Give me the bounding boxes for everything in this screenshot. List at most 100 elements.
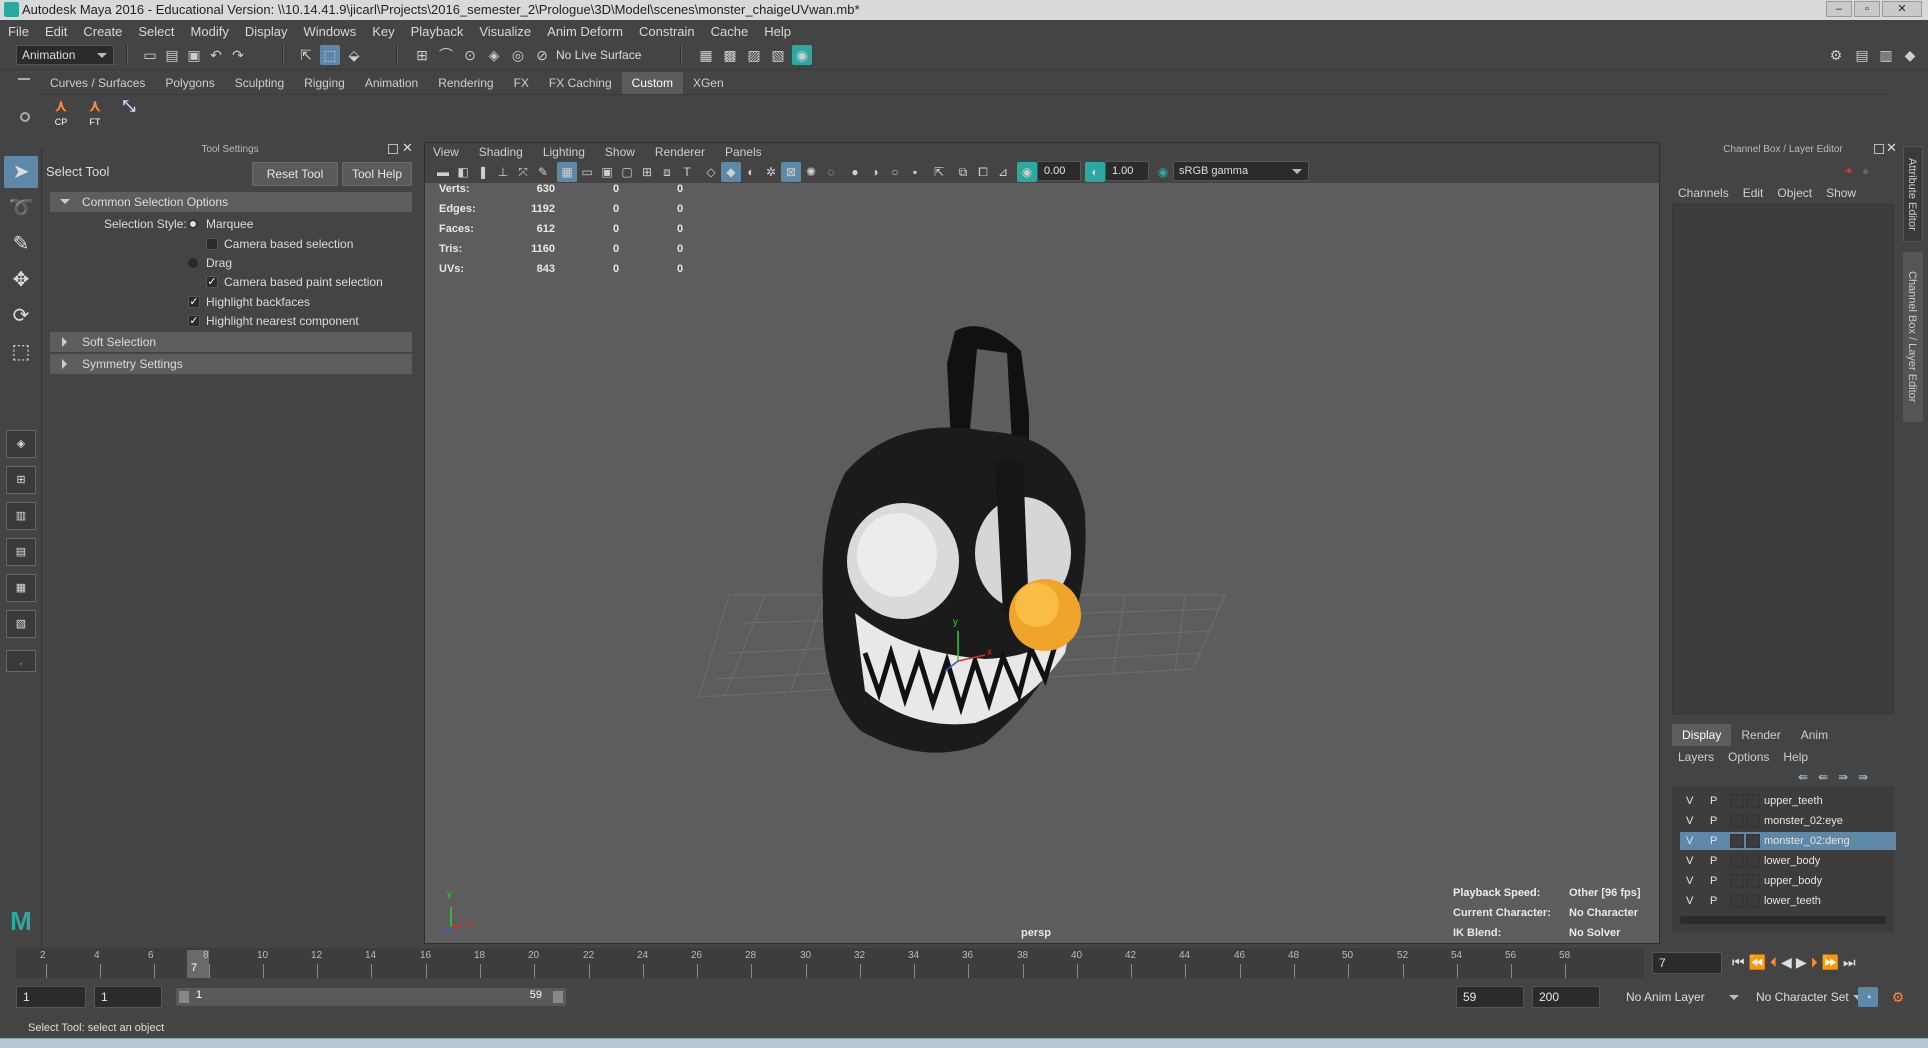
select-object-icon[interactable]: ⬚ (320, 45, 340, 65)
soft-selection-header[interactable]: Soft Selection (50, 332, 412, 352)
step-forward-key-icon[interactable]: ⏵ (1811, 954, 1818, 971)
menu-create[interactable]: Create (83, 24, 122, 39)
3d-scene[interactable]: y x y x Verts: 630 0 0 Edges: 1192 0 0 F… (425, 183, 1659, 943)
layer-display-type[interactable] (1730, 874, 1744, 888)
layer-display-type[interactable] (1730, 794, 1744, 808)
xray-joints-icon[interactable]: ⧉ (953, 162, 973, 182)
snap-grid-icon[interactable]: ⊞ (412, 45, 432, 65)
play-forward-icon[interactable]: ▶ (1796, 954, 1807, 971)
menu-anim-deform[interactable]: Anim Deform (547, 24, 623, 39)
layer-playback-toggle[interactable]: P (1710, 812, 1717, 830)
select-tool-icon[interactable]: ➤ (4, 156, 38, 188)
attribute-editor-tab[interactable]: Attribute Editor (1903, 146, 1923, 242)
menu-windows[interactable]: Windows (303, 24, 356, 39)
shelf-button-pick[interactable]: ⤡ (114, 97, 144, 131)
float-panel-icon[interactable] (1874, 144, 1884, 154)
menuset-dropdown[interactable]: Animation (16, 45, 114, 65)
film-gate-icon[interactable]: ▭ (577, 162, 597, 182)
layer-playback-toggle[interactable]: P (1710, 852, 1717, 870)
shelf-tab-polygons[interactable]: Polygons (155, 72, 224, 94)
highlight-backfaces-checkbox[interactable]: ✓ (188, 296, 200, 308)
snap-surface-icon[interactable]: ◎ (508, 45, 528, 65)
screen-space-ao-icon[interactable]: ◌ (821, 162, 841, 182)
persp-graph-layout-icon[interactable]: ▤ (6, 538, 36, 566)
shelf-tab-curves[interactable]: Curves / Surfaces (40, 72, 155, 94)
shelf-menu-icon[interactable] (18, 78, 30, 80)
move-tool-icon[interactable]: ✥ (4, 264, 38, 296)
layer-row[interactable]: V P upper_body (1680, 872, 1896, 890)
layer-action-icons[interactable]: ⇚⇚⇛⇛ (1798, 770, 1878, 784)
layer-menu-options[interactable]: Options (1728, 746, 1769, 768)
depth-of-field-icon[interactable]: ○ (885, 162, 905, 182)
channel-box-tab[interactable]: Channel Box / Layer Editor (1903, 252, 1923, 422)
layer-display-type[interactable] (1730, 854, 1744, 868)
single-perspective-layout-icon[interactable]: ◈ (6, 430, 36, 458)
view-transform-dropdown[interactable]: sRGB gamma (1173, 161, 1309, 181)
lock-icon[interactable]: ● (1862, 164, 1869, 178)
two-pane-layout-icon[interactable]: ▥ (6, 502, 36, 530)
layer-tab-display[interactable]: Display (1672, 724, 1732, 746)
layer-row[interactable]: V P upper_teeth (1680, 792, 1896, 810)
backface-culling-icon[interactable]: ⊿ (993, 162, 1013, 182)
cb-menu-channels[interactable]: Channels (1678, 182, 1729, 204)
layer-color-swatch[interactable] (1746, 814, 1760, 828)
symmetry-settings-header[interactable]: Symmetry Settings (50, 354, 412, 374)
snap-point-icon[interactable]: ⊙ (460, 45, 480, 65)
two-d-pan-icon[interactable]: ⤧ (513, 162, 533, 182)
menu-key[interactable]: Key (372, 24, 394, 39)
close-button[interactable]: ✕ (1882, 1, 1922, 17)
undo-icon[interactable]: ↶ (206, 45, 226, 65)
xray-active-icon[interactable]: ⧠ (973, 162, 993, 182)
hypershade-icon[interactable]: ◉ (792, 45, 812, 65)
layer-row[interactable]: V P monster_02:eye (1680, 812, 1896, 830)
go-to-start-icon[interactable]: ⏮ (1732, 954, 1745, 971)
xray-icon[interactable]: ⇱ (929, 162, 949, 182)
step-forward-icon[interactable]: ⏩ (1822, 954, 1839, 971)
save-scene-icon[interactable]: ▣ (184, 45, 204, 65)
layer-row-selected[interactable]: V P monster_02:deng (1680, 832, 1896, 850)
play-backward-icon[interactable]: ◀ (1781, 954, 1792, 971)
menu-select[interactable]: Select (138, 24, 174, 39)
character-set-dropdown[interactable]: No Character Set (1750, 987, 1870, 1007)
four-view-layout-icon[interactable]: ⊞ (6, 466, 36, 494)
shadows-icon[interactable]: ✺ (801, 162, 821, 182)
auto-key-icon[interactable]: ◔ (1858, 987, 1878, 1007)
paint-select-tool-icon[interactable]: ✎ (4, 228, 38, 260)
layer-menu-layers[interactable]: Layers (1678, 746, 1714, 768)
shelf-tab-fx-caching[interactable]: FX Caching (539, 72, 622, 94)
select-component-icon[interactable]: ⬙ (344, 45, 364, 65)
layout-icon[interactable]: ▤ (1852, 45, 1872, 65)
start-time-field[interactable]: 1 (16, 986, 86, 1008)
vp-menu-panels[interactable]: Panels (725, 143, 762, 161)
gamma-field[interactable]: 1.00 (1105, 161, 1149, 181)
maximize-button[interactable]: ▫ (1854, 1, 1880, 17)
grid-icon[interactable]: ▦ (557, 162, 577, 182)
cb-menu-object[interactable]: Object (1777, 182, 1812, 204)
use-all-lights-icon[interactable]: ⊠ (781, 162, 801, 182)
minimize-button[interactable]: – (1826, 1, 1852, 17)
layer-scrollbar[interactable] (1680, 916, 1886, 924)
layer-visibility-toggle[interactable]: V (1686, 792, 1693, 810)
tool-help-button[interactable]: Tool Help (342, 162, 412, 186)
textured-icon[interactable]: ✲ (761, 162, 781, 182)
redo-icon[interactable]: ↷ (228, 45, 248, 65)
layer-visibility-toggle[interactable]: V (1686, 872, 1693, 890)
cb-menu-edit[interactable]: Edit (1743, 182, 1764, 204)
menu-cache[interactable]: Cache (711, 24, 749, 39)
wireframe-on-shaded-icon[interactable]: ◐ (741, 162, 761, 182)
vp-menu-show[interactable]: Show (605, 143, 635, 161)
shelf-button-ft[interactable]: ⋏ FT (80, 97, 110, 131)
motion-blur-icon[interactable]: ● (845, 162, 865, 182)
shelf-tab-custom[interactable]: Custom (621, 72, 683, 94)
menu-edit[interactable]: Edit (45, 24, 67, 39)
make-live-icon[interactable]: ⊘ (532, 45, 552, 65)
rotate-tool-icon[interactable]: ⟳ (4, 300, 38, 332)
marquee-radio[interactable] (188, 219, 198, 229)
anim-preferences-icon[interactable]: ⚙ (1888, 987, 1908, 1007)
render-settings-icon[interactable]: ▧ (768, 45, 788, 65)
scale-tool-icon[interactable]: ⬚ (4, 336, 38, 368)
anti-aliasing-icon[interactable]: ◑ (865, 162, 885, 182)
key-icon[interactable]: ✦ (1844, 164, 1854, 178)
layer-tab-render[interactable]: Render (1731, 724, 1790, 746)
channel-list[interactable] (1672, 204, 1894, 714)
